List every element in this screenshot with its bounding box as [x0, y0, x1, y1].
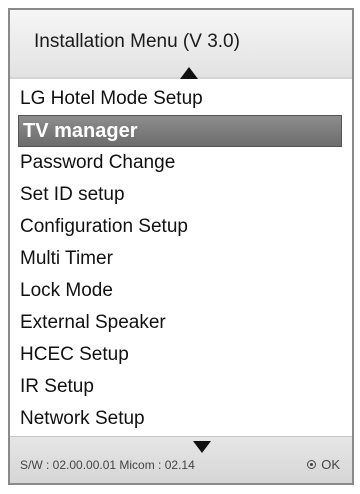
- version-info: S/W : 02.00.00.01 Micom : 02.14: [20, 458, 195, 472]
- ok-button-icon: [307, 460, 317, 470]
- menu-header: Installation Menu (V 3.0): [10, 10, 352, 79]
- scroll-up-icon[interactable]: [180, 67, 198, 79]
- ok-hint[interactable]: OK: [307, 457, 340, 472]
- menu-item-configuration-setup[interactable]: Configuration Setup: [10, 211, 352, 243]
- menu-item-tv-manager[interactable]: TV manager: [18, 115, 342, 147]
- menu-item-set-id-setup[interactable]: Set ID setup: [10, 179, 352, 211]
- menu-item-lg-hotel-mode-setup[interactable]: LG Hotel Mode Setup: [10, 83, 352, 115]
- menu-item-hcec-setup[interactable]: HCEC Setup: [10, 339, 352, 371]
- menu-footer: S/W : 02.00.00.01 Micom : 02.14 OK: [10, 436, 352, 483]
- scroll-down-icon[interactable]: [193, 441, 211, 453]
- menu-list: LG Hotel Mode Setup TV manager Password …: [10, 83, 352, 435]
- menu-item-external-speaker[interactable]: External Speaker: [10, 307, 352, 339]
- menu-item-multi-timer[interactable]: Multi Timer: [10, 243, 352, 275]
- menu-title: Installation Menu (V 3.0): [34, 31, 240, 52]
- menu-item-ir-setup[interactable]: IR Setup: [10, 371, 352, 403]
- ok-label: OK: [321, 457, 340, 472]
- menu-item-lock-mode[interactable]: Lock Mode: [10, 275, 352, 307]
- menu-item-password-change[interactable]: Password Change: [10, 147, 352, 179]
- menu-item-network-setup[interactable]: Network Setup: [10, 403, 352, 435]
- installation-menu: Installation Menu (V 3.0) LG Hotel Mode …: [8, 8, 354, 485]
